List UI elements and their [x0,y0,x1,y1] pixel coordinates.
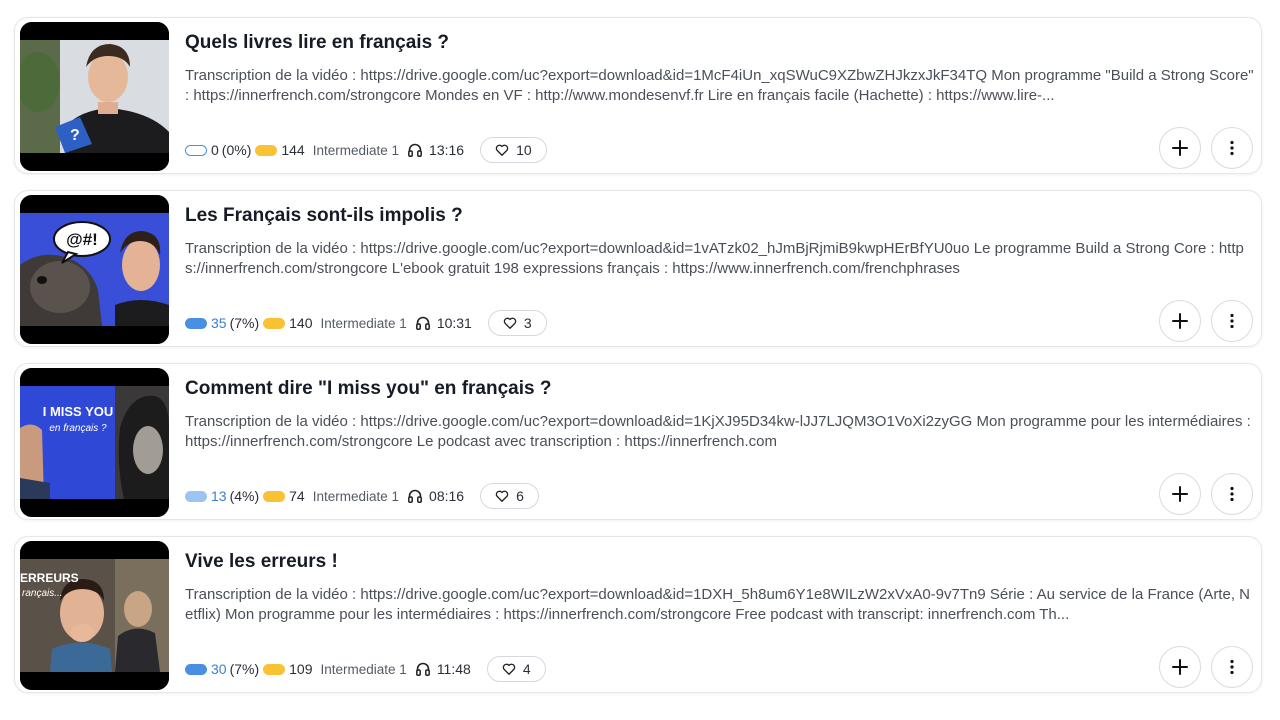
more-options-button[interactable] [1211,300,1253,342]
heart-icon [495,490,509,502]
lingq-pill [263,490,286,502]
like-button[interactable]: 6 [480,483,539,509]
thumbnail-image: ERREURS rançais... [20,541,169,690]
lesson-description: Transcription de la vidéo : https://driv… [185,586,1250,623]
thumbnail-subtitle-text: rançais... [22,588,63,599]
lingq-pill [263,663,286,675]
known-words-count: 30 [211,661,227,677]
thumbnail-title-text: I MISS YOU [43,404,114,419]
lesson-thumbnail[interactable]: ? [20,22,169,171]
headphones-icon [415,316,430,330]
lesson-level: Intermediate 1 [320,661,407,677]
lesson-meta: 0 (0%) 144 Intermediate 1 13:16 10 [185,136,547,164]
lesson-card[interactable]: ? Quels livres lire en français ? Transc… [14,17,1262,174]
thumbnail-title-text: ERREURS [20,571,79,585]
duration-text: 13:16 [429,142,465,158]
plus-icon [1172,313,1188,329]
thumbnail-subtitle-text: en français ? [49,423,107,434]
lesson-title[interactable]: Quels livres lire en français ? [185,32,449,54]
known-words-pill [185,663,207,675]
lesson-list: ? Quels livres lire en français ? Transc… [0,0,1280,720]
thumbnail-bubble-text: @#! [66,230,98,249]
lesson-meta: 30 (7%) 109 Intermediate 1 11:48 4 [185,655,546,683]
svg-text:?: ? [70,127,80,144]
lingq-pill [263,317,286,329]
duration-text: 08:16 [429,488,465,504]
known-words-count: 0 [211,142,219,158]
headphones-icon [415,662,430,676]
lingq-count: 140 [289,315,313,331]
headphones-icon [408,489,422,503]
lesson-thumbnail[interactable]: @#! [20,195,169,344]
lesson-description: Transcription de la vidéo : https://driv… [185,240,1244,277]
lesson-level: Intermediate 1 [312,142,400,158]
lingq-count: 109 [289,661,313,677]
like-button[interactable]: 3 [487,310,547,336]
more-vertical-icon [1230,659,1234,675]
add-lesson-button[interactable] [1159,127,1201,169]
known-words-count: 13 [211,488,227,504]
add-lesson-button[interactable] [1159,473,1201,515]
thumbnail-image: I MISS YOU en français ? [20,368,169,517]
duration: 10:31 [415,315,472,331]
duration: 11:48 [415,661,471,677]
more-vertical-icon [1230,486,1234,502]
like-count: 3 [523,315,532,331]
known-words-percent: (7%) [229,661,260,677]
duration-text: 10:31 [436,315,472,331]
plus-icon [1172,486,1188,502]
lesson-level: Intermediate 1 [320,315,407,331]
duration: 08:16 [407,488,464,504]
plus-icon [1172,659,1188,675]
more-vertical-icon [1230,140,1234,156]
like-count: 6 [516,488,524,504]
lesson-meta: 13 (4%) 74 Intermediate 1 08:16 6 [185,482,539,510]
lesson-meta: 35 (7%) 140 Intermediate 1 10:31 3 [185,309,547,337]
known-words-percent: (0%) [221,142,252,158]
more-options-button[interactable] [1211,473,1253,515]
lesson-thumbnail[interactable]: ERREURS rançais... [20,541,169,690]
thumbnail-image: @#! [20,195,169,344]
lingq-count: 74 [289,488,305,504]
heart-icon [502,663,516,675]
like-count: 4 [522,661,531,677]
known-words-pill [185,490,207,502]
heart-icon [495,144,509,156]
lesson-card[interactable]: ERREURS rançais... Vive les erreurs ! Tr… [14,536,1262,693]
like-button[interactable]: 4 [486,656,546,682]
lesson-card[interactable]: @#! Les Français sont-ils impolis ? Tran… [14,190,1262,347]
lesson-title[interactable]: Vive les erreurs ! [185,551,338,573]
known-words-count: 35 [211,315,227,331]
heart-icon [503,317,517,329]
lesson-title[interactable]: Les Français sont-ils impolis ? [185,205,463,227]
duration: 13:16 [407,142,464,158]
like-button[interactable]: 10 [480,137,547,163]
add-lesson-button[interactable] [1159,646,1201,688]
known-words-percent: (4%) [229,488,260,504]
lesson-description: Transcription de la vidéo : https://driv… [185,413,1251,450]
plus-icon [1172,140,1188,156]
lesson-level: Intermediate 1 [312,488,400,504]
known-words-percent: (7%) [229,315,260,331]
thumbnail-image: ? [20,22,169,171]
lesson-description: Transcription de la vidéo : https://driv… [185,67,1254,104]
lesson-thumbnail[interactable]: I MISS YOU en français ? [20,368,169,517]
add-lesson-button[interactable] [1159,300,1201,342]
more-vertical-icon [1230,313,1234,329]
lesson-title[interactable]: Comment dire "I miss you" en français ? [185,378,551,400]
headphones-icon [408,143,422,157]
lesson-card[interactable]: I MISS YOU en français ? Comment dire "I… [14,363,1262,520]
more-options-button[interactable] [1211,127,1253,169]
known-words-pill [185,317,207,329]
duration-text: 11:48 [436,661,471,677]
lingq-count: 144 [281,142,305,158]
more-options-button[interactable] [1211,646,1253,688]
lingq-pill [255,144,278,156]
known-words-pill [185,144,207,156]
like-count: 10 [516,142,532,158]
